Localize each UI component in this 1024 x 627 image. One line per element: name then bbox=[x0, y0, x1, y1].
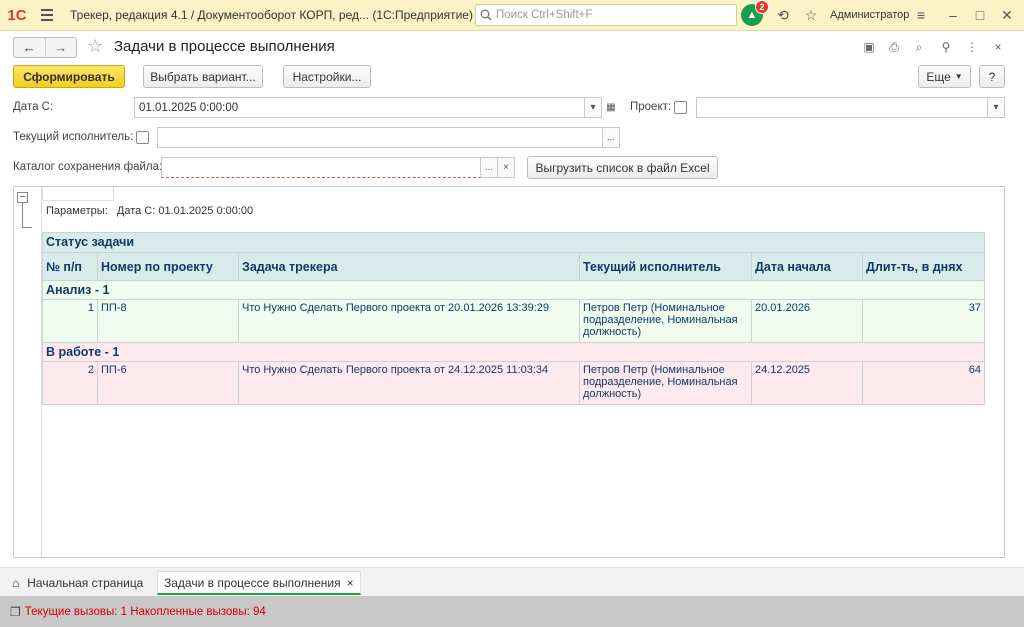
executor-label: Текущий исполнитель: bbox=[13, 131, 134, 143]
table-group-header-row: Статус задачи bbox=[42, 232, 985, 253]
settings-button[interactable]: Настройки... bbox=[283, 65, 371, 88]
table-header-row: № п/п Номер по проекту Задача трекера Те… bbox=[42, 252, 985, 281]
params-value: Дата С: 01.01.2025 0:00:00 bbox=[116, 205, 254, 217]
report-corner-cell bbox=[42, 187, 114, 201]
app-title: Трекер, редакция 4.1 / Документооборот К… bbox=[70, 8, 473, 22]
settings-menu-icon[interactable]: ≡ bbox=[912, 6, 930, 24]
open-windows-bar: ⌂ Начальная страница Задачи в процессе в… bbox=[0, 567, 1024, 596]
folder-label: Каталог сохранения файла: bbox=[13, 161, 163, 173]
back-arrow-icon[interactable]: ← bbox=[14, 38, 46, 57]
start-date: 20.01.2026 bbox=[751, 299, 863, 343]
group-row: Анализ - 1 bbox=[42, 280, 985, 300]
generate-button[interactable]: Сформировать bbox=[13, 65, 125, 88]
preview-icon[interactable]: ⌕ bbox=[911, 39, 927, 55]
duration-days: 37 bbox=[862, 299, 985, 343]
print-icon[interactable]: ⎙ bbox=[886, 39, 902, 55]
folder-select-button[interactable]: ... bbox=[480, 157, 498, 178]
bookmark-star-icon[interactable]: ☆ bbox=[87, 36, 103, 57]
executor-field[interactable] bbox=[157, 127, 603, 148]
group-title: Анализ - 1 bbox=[42, 280, 985, 300]
status-group-header: Статус задачи bbox=[42, 232, 985, 253]
column-header[interactable]: Длит-ть, в днях bbox=[862, 252, 985, 281]
current-executor[interactable]: Петров Петр (Номинальное подразделение, … bbox=[579, 299, 752, 343]
global-search-input[interactable]: Поиск Ctrl+Shift+F bbox=[475, 4, 737, 26]
nav-buttons: ← → bbox=[13, 37, 77, 58]
server-calls-text: Текущие вызовы: 1 Накопленные вызовы: 94 bbox=[24, 605, 266, 618]
help-button[interactable]: ? bbox=[979, 65, 1005, 88]
report-table: Статус задачи № п/п Номер по проекту Зад… bbox=[42, 232, 985, 405]
report-area: − Параметры: Дата С: 01.01.2025 0:00:00 … bbox=[13, 186, 1005, 558]
choose-variant-button[interactable]: Выбрать вариант... bbox=[143, 65, 263, 88]
form-body: Сформировать Выбрать вариант... Настройк… bbox=[0, 61, 1024, 567]
row-number: 1 bbox=[42, 299, 98, 343]
more-button-label: Еще bbox=[926, 69, 951, 84]
column-header[interactable]: Дата начала bbox=[751, 252, 863, 281]
status-bar: ❐ Текущие вызовы: 1 Накопленные вызовы: … bbox=[0, 596, 1024, 627]
page-title: Задачи в процессе выполнения bbox=[114, 38, 335, 55]
column-header[interactable]: № п/п bbox=[42, 252, 98, 281]
executor-checkbox[interactable] bbox=[136, 131, 149, 144]
windows-icon[interactable]: ❐ bbox=[10, 605, 21, 619]
date-from-label: Дата С: bbox=[13, 101, 54, 113]
date-from-field[interactable]: 01.01.2025 0:00:00 bbox=[134, 97, 585, 118]
row-number: 2 bbox=[42, 361, 98, 405]
favorites-star-icon[interactable]: ☆ bbox=[802, 6, 820, 24]
more-button[interactable]: Еще ▼ bbox=[918, 65, 971, 88]
app-bar: 1С Трекер, редакция 4.1 / Документооборо… bbox=[0, 0, 1024, 31]
tracker-task[interactable]: Что Нужно Сделать Первого проекта от 24.… bbox=[238, 361, 580, 405]
tab-tasks-in-progress[interactable]: Задачи в процессе выполнения × bbox=[157, 571, 361, 595]
start-date: 24.12.2025 bbox=[751, 361, 863, 405]
save-icon[interactable]: ▣ bbox=[861, 39, 877, 55]
duration-days: 64 bbox=[862, 361, 985, 405]
current-executor[interactable]: Петров Петр (Номинальное подразделение, … bbox=[579, 361, 752, 405]
calendar-icon[interactable]: ▦ bbox=[602, 97, 620, 118]
column-header[interactable]: Номер по проекту bbox=[97, 252, 239, 281]
main-menu-button[interactable] bbox=[34, 9, 60, 21]
column-header[interactable]: Задача трекера bbox=[238, 252, 580, 281]
project-field[interactable] bbox=[696, 97, 988, 118]
group-tree-line bbox=[22, 203, 23, 228]
column-header[interactable]: Текущий исполнитель bbox=[579, 252, 752, 281]
forward-arrow-icon[interactable]: → bbox=[46, 38, 77, 57]
form-header: ← → ☆ Задачи в процессе выполнения ▣ ⎙ ⌕… bbox=[0, 31, 1024, 61]
notifications-badge: 2 bbox=[755, 0, 769, 14]
params-label: Параметры: bbox=[46, 205, 108, 217]
close-tab-icon[interactable]: × bbox=[347, 576, 354, 590]
tab-home[interactable]: ⌂ Начальная страница bbox=[6, 571, 149, 595]
maximize-icon[interactable]: □ bbox=[971, 6, 989, 24]
folder-field[interactable] bbox=[161, 157, 481, 178]
folder-clear-icon[interactable]: × bbox=[497, 157, 515, 178]
executor-select-button[interactable]: ... bbox=[602, 127, 620, 148]
collapse-group-icon[interactable]: − bbox=[17, 192, 28, 203]
project-number[interactable]: ПП-6 bbox=[97, 361, 239, 405]
table-row[interactable]: 2 ПП-6 Что Нужно Сделать Первого проекта… bbox=[42, 361, 985, 405]
tracker-task[interactable]: Что Нужно Сделать Первого проекта от 20.… bbox=[238, 299, 580, 343]
home-icon: ⌂ bbox=[12, 576, 20, 590]
project-label: Проект: bbox=[630, 101, 672, 113]
table-row[interactable]: 1 ПП-8 Что Нужно Сделать Первого проекта… bbox=[42, 299, 985, 343]
search-icon bbox=[480, 9, 492, 21]
export-excel-button[interactable]: Выгрузить список в файл Excel bbox=[527, 156, 718, 179]
group-row: В работе - 1 bbox=[42, 342, 985, 362]
close-window-icon[interactable]: ✕ bbox=[998, 6, 1016, 24]
project-dropdown-icon[interactable]: ▾ bbox=[987, 97, 1005, 118]
minimize-icon[interactable]: – bbox=[944, 6, 962, 24]
group-tree-tick bbox=[22, 227, 32, 228]
link-icon[interactable]: ⚲ bbox=[938, 39, 954, 55]
search-placeholder: Поиск Ctrl+Shift+F bbox=[496, 9, 593, 21]
group-title: В работе - 1 bbox=[42, 342, 985, 362]
notifications-button[interactable]: ▲ 2 bbox=[741, 0, 769, 26]
project-checkbox[interactable] bbox=[674, 101, 687, 114]
tab-tasks-label: Задачи в процессе выполнения bbox=[164, 575, 341, 590]
report-parameters: Параметры: Дата С: 01.01.2025 0:00:00 bbox=[46, 205, 253, 217]
history-icon[interactable]: ⟲ bbox=[774, 6, 792, 24]
user-name[interactable]: Администратор bbox=[830, 9, 909, 21]
chevron-down-icon: ▼ bbox=[954, 72, 963, 81]
more-vertical-icon[interactable]: ⋮ bbox=[964, 39, 980, 55]
app-logo: 1С bbox=[7, 6, 27, 24]
date-dropdown-icon[interactable]: ▾ bbox=[584, 97, 602, 118]
tab-home-label: Начальная страница bbox=[27, 576, 144, 590]
project-number[interactable]: ПП-8 bbox=[97, 299, 239, 343]
close-form-icon[interactable]: × bbox=[990, 39, 1006, 55]
